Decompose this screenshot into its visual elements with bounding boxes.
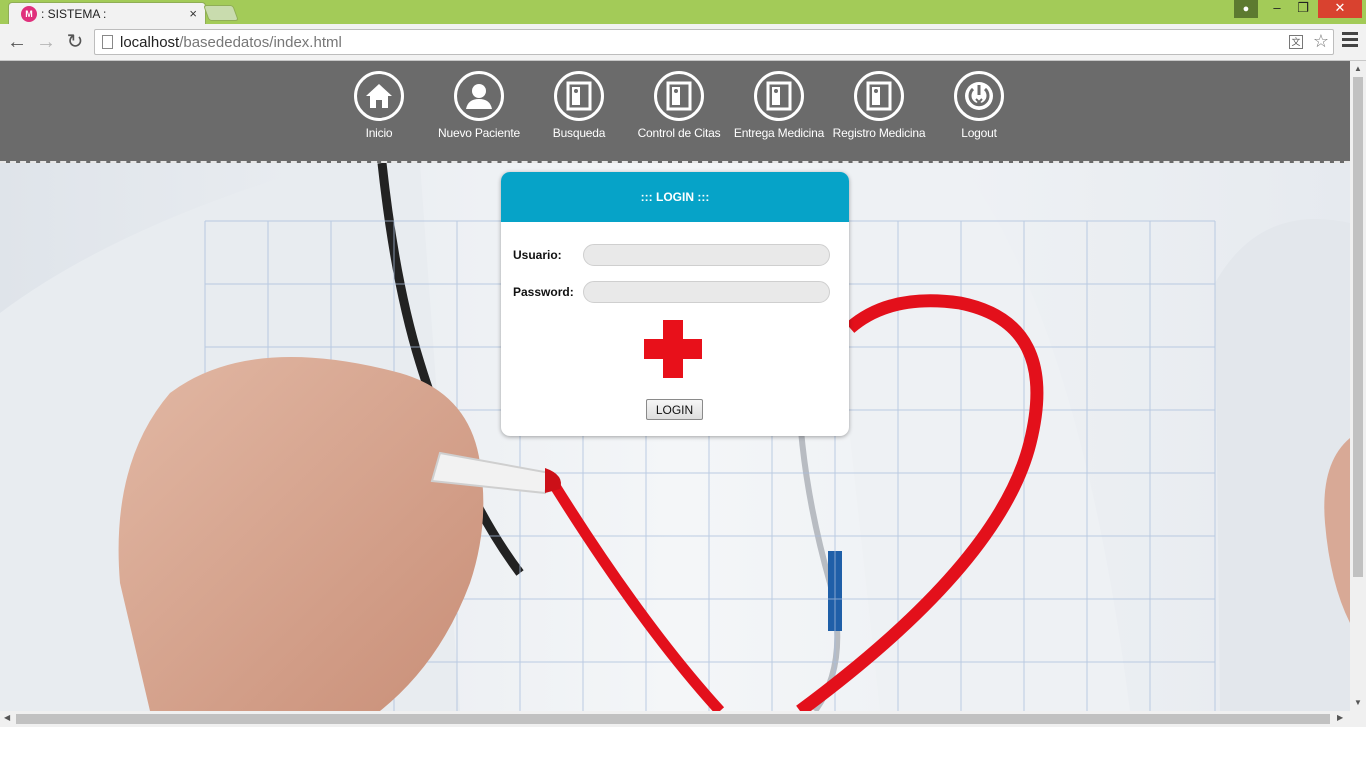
scroll-up-icon[interactable]: ▲ — [1354, 64, 1362, 73]
site-navbar: Inicio Nuevo Paciente Busqueda Control d… — [0, 61, 1350, 163]
vertical-scroll-thumb[interactable] — [1353, 77, 1363, 577]
nav-label-entrega-medicina: Entrega Medicina — [733, 126, 825, 140]
nav-label-inicio: Inicio — [365, 126, 393, 140]
reload-icon[interactable]: ↻ — [64, 30, 86, 54]
user-icon — [454, 71, 504, 121]
nav-label-logout: Logout — [961, 126, 997, 140]
translate-icon[interactable]: 文 — [1289, 35, 1303, 49]
door-icon — [854, 71, 904, 121]
scrollbar-corner — [1350, 711, 1366, 727]
nav-label-control-de-citas: Control de Citas — [637, 126, 721, 140]
scroll-left-icon[interactable]: ◀ — [4, 713, 10, 722]
scroll-down-icon[interactable]: ▼ — [1354, 698, 1362, 707]
menu-icon[interactable] — [1342, 32, 1358, 52]
door-icon — [654, 71, 704, 121]
nav-label-nuevo-paciente: Nuevo Paciente — [438, 126, 520, 140]
door-icon — [754, 71, 804, 121]
vertical-scrollbar[interactable]: ▲ ▼ — [1350, 61, 1366, 711]
nav-item-inicio[interactable]: Inicio — [329, 71, 429, 140]
close-window-button[interactable]: ✕ — [1318, 0, 1362, 18]
minimize-button[interactable]: – — [1264, 0, 1290, 18]
password-input[interactable] — [583, 281, 830, 303]
new-tab-button[interactable] — [203, 5, 239, 21]
page-icon — [102, 35, 113, 49]
bookmark-star-icon[interactable]: ☆ — [1313, 31, 1329, 52]
browser-toolbar: ← → ↻ localhost/basededatos/index.html 文… — [0, 24, 1366, 61]
nav-item-registro-medicina[interactable]: Registro Medicina — [829, 71, 929, 140]
scroll-right-icon[interactable]: ▶ — [1337, 713, 1343, 722]
tab-favicon-icon: M — [21, 6, 37, 22]
url-path: /basededatos/index.html — [179, 34, 342, 51]
url-host: localhost — [120, 34, 180, 51]
address-bar[interactable]: localhost/basededatos/index.html 文 ☆ — [94, 29, 1334, 55]
door-icon — [554, 71, 604, 121]
horizontal-scroll-thumb[interactable] — [16, 714, 1330, 724]
home-icon — [354, 71, 404, 121]
red-cross-icon — [644, 320, 702, 378]
login-button[interactable]: LOGIN — [646, 399, 703, 420]
nav-item-control-de-citas[interactable]: Control de Citas — [629, 71, 729, 140]
tab-title: : SISTEMA : — [41, 7, 107, 21]
browser-titlebar: M : SISTEMA : × ● – ❐ ✕ — [0, 0, 1366, 24]
profile-icon[interactable]: ● — [1234, 0, 1258, 18]
nav-item-entrega-medicina[interactable]: Entrega Medicina — [729, 71, 829, 140]
nav-item-nuevo-paciente[interactable]: Nuevo Paciente — [429, 71, 529, 140]
nav-item-busqueda[interactable]: Busqueda — [529, 71, 629, 140]
horizontal-scrollbar[interactable]: ◀ ▶ — [0, 711, 1350, 727]
password-label: Password: — [513, 285, 574, 299]
back-arrow-icon[interactable]: ← — [6, 30, 28, 54]
nav-item-logout[interactable]: Logout — [929, 71, 1029, 140]
username-label: Usuario: — [513, 248, 562, 262]
login-title: ::: LOGIN ::: — [501, 172, 849, 222]
username-input[interactable] — [583, 244, 830, 266]
url-text: localhost/basededatos/index.html — [120, 34, 342, 51]
browser-tab[interactable]: M : SISTEMA : × — [8, 2, 206, 24]
power-icon — [954, 71, 1004, 121]
nav-label-busqueda: Busqueda — [552, 126, 606, 140]
nav-label-registro-medicina: Registro Medicina — [832, 126, 926, 140]
tab-close-icon[interactable]: × — [189, 6, 197, 21]
login-panel: ::: LOGIN ::: Usuario: Password: LOGIN — [501, 172, 849, 436]
restore-button[interactable]: ❐ — [1290, 0, 1316, 18]
page-viewport: Inicio Nuevo Paciente Busqueda Control d… — [0, 61, 1350, 711]
forward-arrow-icon[interactable]: → — [35, 30, 57, 54]
